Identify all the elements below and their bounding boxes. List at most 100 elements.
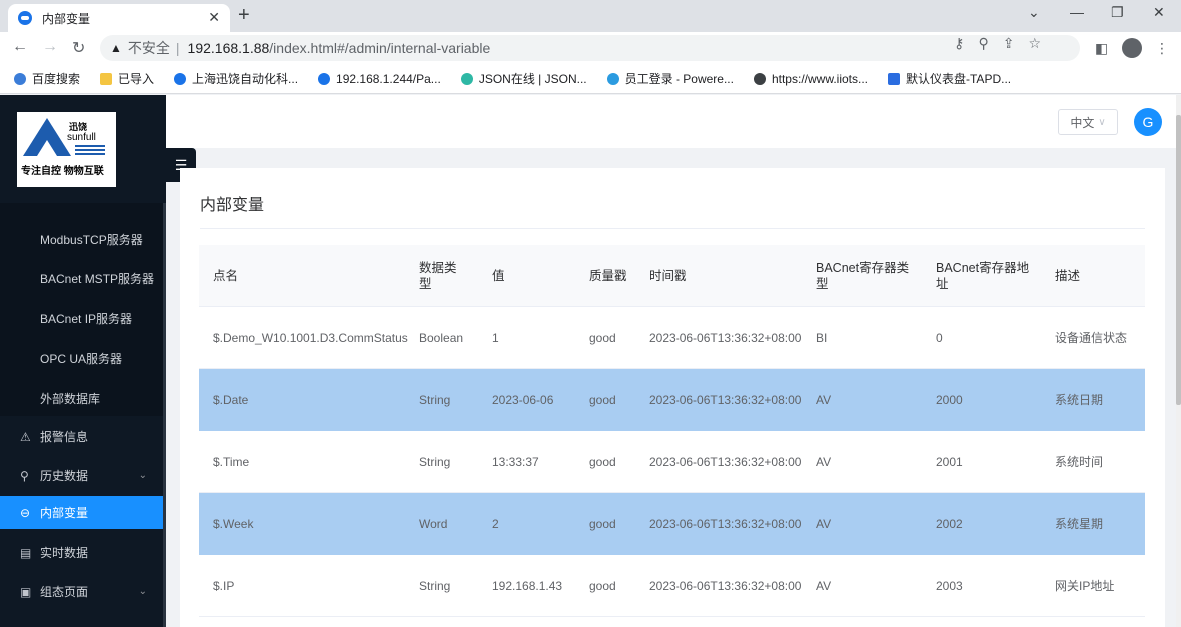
user-avatar-icon[interactable]: G [1134, 108, 1162, 136]
forward-icon[interactable]: → [42, 38, 58, 56]
chevron-down-icon: ⌄ [138, 586, 147, 597]
table-cell: 2 [492, 517, 499, 531]
table-cell: AV [816, 517, 832, 531]
back-icon[interactable]: ← [12, 38, 28, 56]
tab-search-icon[interactable]: ⌄ [1028, 4, 1040, 21]
language-select[interactable]: 中文 ∨ [1058, 109, 1118, 135]
table-cell: good [589, 331, 616, 345]
globe-icon [753, 72, 766, 85]
table-cell: 2003 [936, 579, 963, 593]
content-card: 内部变量 点名 数据类型 值 质量戳 时间戳 BACnet寄存器类型 BACne… [180, 168, 1165, 627]
reload-icon[interactable]: ↻ [72, 38, 85, 58]
submenu-item-bacnet-mstp[interactable]: BACnet MSTP服务器 [40, 270, 154, 287]
window-close-icon[interactable]: ✕ [1153, 4, 1165, 21]
bookmark-item[interactable]: https://www.iiots... [753, 72, 868, 86]
table-cell: 0 [936, 331, 943, 345]
submenu-item-external-db[interactable]: 外部数据库 [40, 390, 100, 407]
browser-tab[interactable]: 内部变量 ✕ [8, 4, 230, 32]
tab-close-icon[interactable]: ✕ [208, 9, 220, 26]
sidebar-item-history[interactable]: ⚲ 历史数据 ⌄ [0, 459, 163, 492]
restore-icon[interactable]: ❐ [1111, 4, 1124, 21]
bookmark-folder[interactable]: 已导入 [100, 70, 154, 87]
bookmark-icon [174, 72, 187, 85]
folder-icon [100, 72, 113, 85]
search-icon: ⚲ [20, 468, 29, 483]
table-cell: 设备通信状态 [1055, 331, 1128, 345]
sidebar-item-internal-variable[interactable]: ⊖ 内部变量 [0, 496, 163, 529]
logo-area: 迅饶 sunfull 专注自控 物物互联 [0, 95, 166, 203]
submenu-item-opcua[interactable]: OPC UA服务器 [40, 350, 122, 367]
app-header: 中文 ∨ G [166, 95, 1181, 148]
table-cell: Word [419, 517, 448, 531]
column-header: 值 [492, 269, 505, 283]
table-row[interactable]: $.Time String 13:33:37 good 2023-06-06T13:36… [199, 431, 1145, 493]
table-cell: good [589, 579, 616, 593]
table-row[interactable]: $.Demo_W10.1001.D3.CommStatus Boolean 1 goo… [199, 307, 1145, 369]
site-favicon-icon [18, 11, 32, 25]
scrollbar-thumb[interactable] [1176, 115, 1181, 405]
sidebar-scrollbar[interactable] [163, 203, 166, 627]
column-header: 数据类型 [419, 261, 457, 291]
table-cell: good [589, 393, 616, 407]
bookmark-item[interactable]: 员工登录 - Powere... [606, 70, 734, 87]
browser-menu-icon[interactable]: ⋮ [1155, 40, 1169, 57]
table-row[interactable]: $.Week Word 2 good 2023-06-06T13:36:32+08:00… [199, 493, 1145, 555]
table-cell: 系统星期 [1055, 517, 1104, 531]
table-cell: 2002 [936, 517, 963, 531]
sidebar-item-realtime[interactable]: ▤ 实时数据 [0, 536, 163, 569]
submenu-item-bacnet-ip[interactable]: BACnet IP服务器 [40, 310, 132, 327]
page-title: 内部变量 [200, 197, 265, 214]
table-cell: AV [816, 455, 832, 469]
profile-avatar-icon[interactable] [1122, 38, 1142, 58]
logo-slogan: 专注自控 物物互联 [21, 166, 104, 177]
table-cell: 系统日期 [1055, 393, 1104, 407]
table-cell: String [419, 579, 451, 593]
company-logo: 迅饶 sunfull 专注自控 物物互联 [17, 112, 116, 187]
sidebar-item-config-page[interactable]: ▣ 组态页面 ⌄ [0, 575, 163, 608]
table-cell: 系统时间 [1055, 455, 1104, 469]
bookmark-item[interactable]: 默认仪表盘-TAPD... [888, 70, 1011, 87]
table-row[interactable]: $.IP String 192.168.1.43 good 2023-06-06T13:… [199, 555, 1145, 617]
table-cell: 2001 [936, 455, 963, 469]
variable-table: 点名 数据类型 值 质量戳 时间戳 BACnet寄存器类型 BACnet寄存器地… [199, 245, 1145, 617]
bookmark-icon [14, 72, 26, 85]
bookmark-item[interactable]: 百度搜索 [14, 70, 80, 87]
table-cell: good [589, 455, 616, 469]
table-cell: 网关IP地址 [1055, 579, 1115, 593]
page-scrollbar[interactable] [1176, 95, 1181, 627]
table-cell: $.Demo_W10.1001.D3.CommStatus [213, 331, 408, 345]
bookmark-item[interactable]: 192.168.1.244/Pa... [318, 72, 441, 86]
language-value: 中文 [1070, 115, 1095, 130]
insecure-label: 不安全 [127, 40, 170, 56]
share-icon[interactable]: ⇪ [1003, 35, 1015, 52]
table-row[interactable]: $.Date String 2023-06-06 good 2023-06-06T13:… [199, 369, 1145, 431]
chevron-down-icon: ∨ [1098, 116, 1106, 128]
side-panel-icon[interactable]: ◧ [1095, 40, 1108, 57]
bookmark-item[interactable]: JSON在线 | JSON... [460, 70, 587, 87]
table-cell: 2023-06-06 [492, 393, 554, 407]
table-cell: 2023-06-06T13:36:32+08:00 [649, 579, 802, 593]
table-cell: Boolean [419, 331, 464, 345]
table-cell: $.Time [213, 455, 250, 469]
zoom-icon[interactable]: ⚲ [978, 35, 988, 52]
bookmark-item[interactable]: 上海迅饶自动化科... [174, 70, 298, 87]
url-host: 192.168.1.88 [187, 40, 270, 56]
tab-title: 内部变量 [42, 11, 91, 26]
variable-icon: ⊖ [20, 505, 31, 520]
address-bar-actions: ⚷ ⚲ ⇪ ☆ [954, 35, 1041, 52]
bookmarks-bar: 百度搜索 已导入 上海迅饶自动化科... 192.168.1.244/Pa...… [0, 64, 1181, 94]
minimize-icon[interactable]: — [1070, 4, 1084, 20]
new-tab-button[interactable]: + [238, 4, 250, 27]
divider [200, 228, 1145, 229]
sidebar-item-alarm[interactable]: ⚠ 报警信息 [0, 420, 163, 453]
table-cell: AV [816, 579, 832, 593]
column-header: BACnet寄存器类型 [816, 261, 910, 291]
submenu-item-modbustcp[interactable]: ModbusTCP服务器 [40, 231, 143, 248]
image-icon: ▣ [20, 584, 32, 599]
table-cell: 2023-06-06T13:36:32+08:00 [649, 455, 802, 469]
table-cell: AV [816, 393, 832, 407]
address-bar[interactable]: ▲ 不安全 | 192.168.1.88 /index.html#/admin/… [100, 35, 1080, 61]
bookmark-star-icon[interactable]: ☆ [1028, 35, 1041, 52]
key-icon[interactable]: ⚷ [954, 35, 964, 52]
table-cell: 192.168.1.43 [492, 579, 563, 593]
